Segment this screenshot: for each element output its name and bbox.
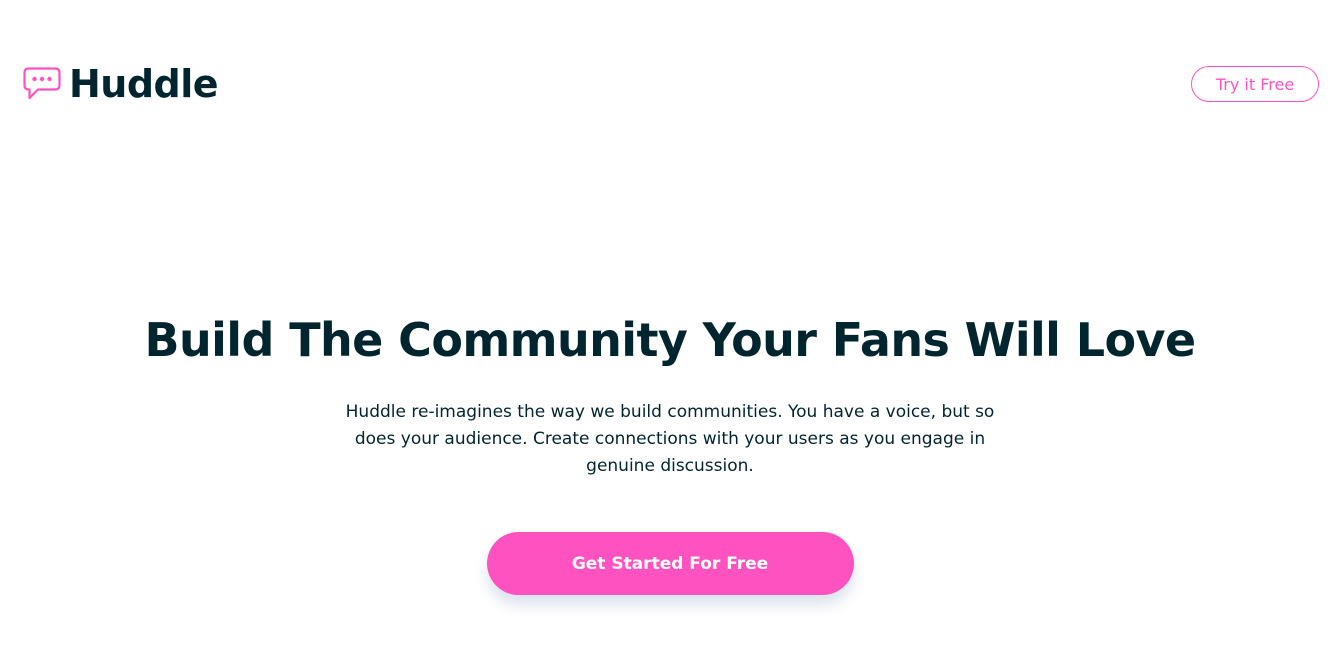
hero-description: Huddle re-imagines the way we build comm… [345,402,995,476]
chat-bubble-icon [22,66,62,102]
hero-section: Build The Community Your Fans Will Love … [0,300,1340,595]
hero-title: Build The Community Your Fans Will Love [144,313,1197,367]
landing-page: Huddle Try it Free Build The Community Y… [0,0,1340,647]
logo[interactable]: Huddle [22,62,219,106]
try-it-free-button[interactable]: Try it Free [1191,66,1319,102]
get-started-button[interactable]: Get Started For Free [486,532,854,595]
logo-text: Huddle [69,62,219,106]
site-header: Huddle Try it Free [0,0,1340,170]
